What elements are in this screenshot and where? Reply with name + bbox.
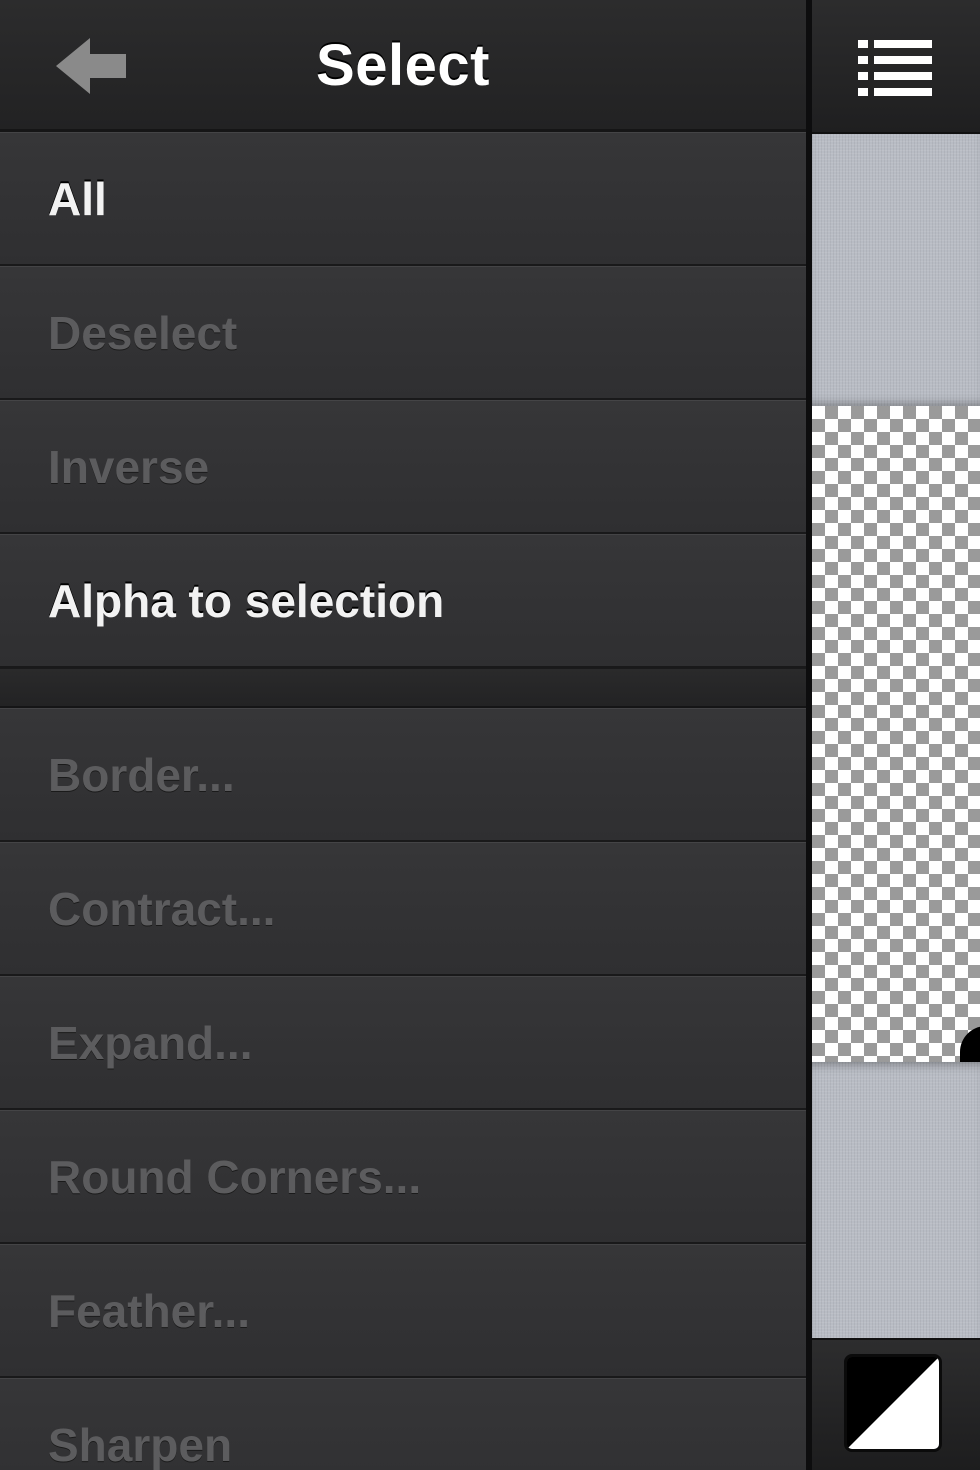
bottom-toolbar xyxy=(812,1338,980,1470)
menu-item-label: Expand... xyxy=(48,1017,253,1069)
menu-item-label: Sharpen xyxy=(48,1419,233,1470)
menu-item-border[interactable]: Border... xyxy=(0,708,806,842)
canvas-background xyxy=(812,134,980,406)
page-title: Select xyxy=(316,33,490,98)
select-menu-panel: Select All Deselect Inverse Alpha to sel… xyxy=(0,0,806,1470)
menu-item-label: Deselect xyxy=(48,307,238,359)
canvas-background xyxy=(812,1062,980,1338)
list-menu-icon xyxy=(858,40,932,96)
menu-item-label: Round Corners... xyxy=(48,1151,422,1203)
menu-item-sharpen[interactable]: Sharpen xyxy=(0,1378,806,1470)
menu-item-deselect[interactable]: Deselect xyxy=(0,266,806,400)
menu-item-label: Border... xyxy=(48,749,235,801)
menu-item-label: Feather... xyxy=(48,1285,250,1337)
menu-item-expand[interactable]: Expand... xyxy=(0,976,806,1110)
menu-item-alpha-to-selection[interactable]: Alpha to selection xyxy=(0,534,806,668)
menu-item-label: Alpha to selection xyxy=(48,575,445,627)
menu-item-contract[interactable]: Contract... xyxy=(0,842,806,976)
color-swatch-icon xyxy=(847,1357,939,1449)
menu-section-separator xyxy=(0,668,806,708)
canvas-area xyxy=(812,0,980,1470)
menu-item-feather[interactable]: Feather... xyxy=(0,1244,806,1378)
top-toolbar xyxy=(812,0,980,134)
menu-item-label: Inverse xyxy=(48,441,210,493)
menu-item-inverse[interactable]: Inverse xyxy=(0,400,806,534)
menu-item-round-corners[interactable]: Round Corners... xyxy=(0,1110,806,1244)
menu-header: Select xyxy=(0,0,806,132)
menu-item-all[interactable]: All xyxy=(0,132,806,266)
transparent-canvas[interactable] xyxy=(812,406,980,1146)
menu-item-label: Contract... xyxy=(48,883,276,935)
color-swatch-button[interactable] xyxy=(844,1354,942,1452)
screen: Select All Deselect Inverse Alpha to sel… xyxy=(0,0,980,1470)
menu-item-label: All xyxy=(48,173,107,225)
menu-list: All Deselect Inverse Alpha to selection … xyxy=(0,132,806,1470)
list-menu-button[interactable] xyxy=(852,34,938,100)
